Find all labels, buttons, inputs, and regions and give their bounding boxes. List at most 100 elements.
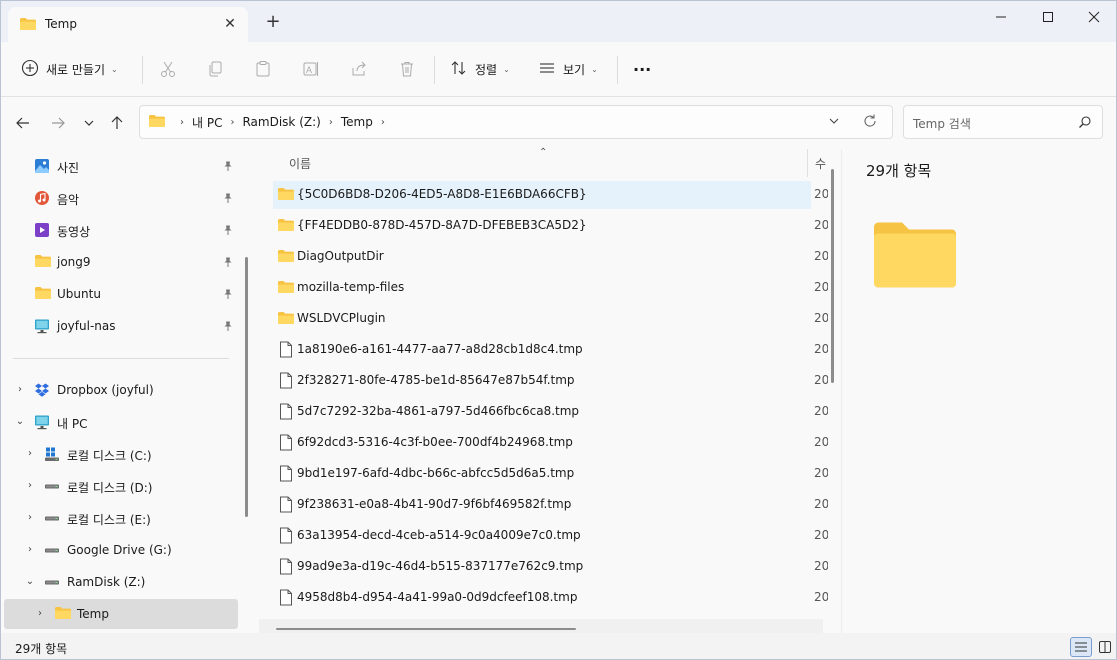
breadcrumb-temp[interactable]: Temp: [341, 115, 373, 129]
chevron-right-icon[interactable]: ›: [24, 544, 36, 555]
file-list-item[interactable]: 2f328271-80fe-4785-be1d-85647e87b54f.tmp…: [273, 367, 828, 395]
column-header-date[interactable]: 수: [815, 155, 826, 172]
breadcrumb-chevron-icon[interactable]: ›: [381, 117, 385, 128]
search-icon[interactable]: [1078, 115, 1092, 132]
file-list-item[interactable]: {5C0D6BD8-D206-4ED5-A8D8-E1E6BDA66CFB} 20: [273, 181, 828, 209]
sidebar-item-jong9[interactable]: jong9: [4, 247, 238, 277]
maximize-button[interactable]: [1025, 1, 1071, 33]
file-list-vertical-scrollbar[interactable]: [831, 169, 834, 383]
pin-icon[interactable]: [222, 224, 234, 239]
sidebar-item-음악[interactable]: 음악: [4, 183, 238, 213]
breadcrumb-my-pc[interactable]: 내 PC: [192, 114, 222, 131]
sidebar-item-사진[interactable]: 사진: [4, 151, 238, 181]
file-explorer-window: Temp ✕ + 새로 만들기 ⌄ A 정렬 ⌄ 보기 ⌄ ··· › 내 PC…: [0, 0, 1117, 660]
drive-icon: [44, 510, 60, 529]
file-date: 20: [814, 249, 828, 263]
pin-icon[interactable]: [222, 256, 234, 271]
file-list-pane: ⌃ 이름 수 {5C0D6BD8-D206-4ED5-A8D8-E1E6BDA6…: [249, 147, 841, 633]
share-icon[interactable]: [348, 58, 370, 80]
breadcrumb-chevron-icon[interactable]: ›: [230, 117, 234, 128]
delete-icon[interactable]: [396, 58, 418, 80]
file-icon: [279, 341, 293, 361]
copy-icon[interactable]: [204, 58, 226, 80]
file-list-item[interactable]: 1a8190e6-a161-4477-aa77-a8d28cb1d8c4.tmp…: [273, 336, 828, 364]
file-name: 9f238631-e0a8-4b41-90d7-9f6bf469582f.tmp: [297, 497, 572, 511]
sidebar-item-내-pc[interactable]: ⌄ 내 PC: [4, 407, 238, 437]
chevron-right-icon[interactable]: ›: [24, 480, 36, 491]
cut-icon[interactable]: [157, 58, 179, 80]
details-view-icon[interactable]: [1070, 637, 1092, 657]
sidebar-item-로컬-디스크-c[interactable]: › 로컬 디스크 (C:): [4, 439, 238, 469]
column-header-name[interactable]: 이름: [289, 155, 311, 172]
sidebar-item-label: Google Drive (G:): [67, 543, 172, 557]
file-list-item[interactable]: DiagOutputDir 20: [273, 243, 828, 271]
sort-button[interactable]: 정렬 ⌄: [450, 53, 510, 85]
rename-icon[interactable]: A: [300, 58, 322, 80]
large-icons-view-icon[interactable]: [1094, 637, 1116, 657]
recent-locations-chevron-icon[interactable]: [78, 112, 100, 134]
refresh-icon[interactable]: [862, 113, 878, 132]
file-list-item[interactable]: WSLDVCPlugin 20: [273, 305, 828, 333]
pin-icon[interactable]: [222, 192, 234, 207]
view-button[interactable]: 보기 ⌄: [538, 53, 598, 85]
chevron-right-icon[interactable]: ›: [24, 448, 36, 459]
back-arrow-icon[interactable]: [12, 112, 34, 134]
up-arrow-icon[interactable]: [106, 112, 128, 134]
sidebar-item-로컬-디스크-e[interactable]: › 로컬 디스크 (E:): [4, 503, 238, 533]
tab-temp[interactable]: Temp ✕: [8, 7, 248, 42]
more-options-button[interactable]: ···: [633, 53, 651, 85]
file-list-item[interactable]: 5d7c7292-32ba-4861-a797-5d466fbc6ca8.tmp…: [273, 398, 828, 426]
sidebar-item-ramdisk-z[interactable]: ⌄ RamDisk (Z:): [4, 567, 238, 597]
sidebar-item-label: jong9: [57, 255, 91, 269]
pin-icon[interactable]: [222, 288, 234, 303]
file-icon: [279, 589, 293, 609]
chevron-down-icon[interactable]: ⌄: [14, 416, 26, 427]
address-bar[interactable]: › 내 PC › RamDisk (Z:) › Temp ›: [139, 105, 893, 139]
file-list-item[interactable]: {FF4EDDB0-878D-457D-8A7D-DFEBEB3CA5D2} 20: [273, 212, 828, 240]
chevron-down-icon[interactable]: ⌄: [24, 576, 36, 587]
windows-drive-icon: [44, 446, 60, 465]
file-list-item[interactable]: 9f238631-e0a8-4b41-90d7-9f6bf469582f.tmp…: [273, 491, 828, 519]
search-box[interactable]: Temp 검색: [903, 105, 1103, 139]
pin-icon[interactable]: [222, 320, 234, 335]
sidebar-scrollbar[interactable]: [245, 257, 248, 517]
address-dropdown-icon[interactable]: [828, 115, 840, 130]
folder-icon: [277, 311, 295, 328]
paste-icon[interactable]: [252, 58, 274, 80]
sidebar-item-로컬-디스크-d[interactable]: › 로컬 디스크 (D:): [4, 471, 238, 501]
breadcrumb-ramdisk[interactable]: RamDisk (Z:): [242, 115, 320, 129]
sidebar-item-ubuntu[interactable]: Ubuntu: [4, 279, 238, 309]
new-button-label: 새로 만들기: [46, 62, 106, 77]
sidebar-item-google-drive-g[interactable]: › Google Drive (G:): [4, 535, 238, 565]
sidebar-item-joyful-nas[interactable]: joyful-nas: [4, 311, 238, 341]
folder-icon: [19, 17, 37, 34]
breadcrumb-chevron-icon[interactable]: ›: [180, 117, 184, 128]
pc-icon: [34, 414, 50, 433]
search-input[interactable]: Temp 검색: [913, 115, 971, 132]
file-list-item[interactable]: 6f92dcd3-5316-4c3f-b0ee-700df4b24968.tmp…: [273, 429, 828, 457]
chevron-right-icon[interactable]: ›: [24, 512, 36, 523]
file-date: 20: [814, 373, 828, 387]
file-list-item[interactable]: 9bd1e197-6afd-4dbc-b66c-abfcc5d5d6a5.tmp…: [273, 460, 828, 488]
column-divider[interactable]: [807, 149, 808, 177]
sidebar-item-temp[interactable]: › Temp: [4, 599, 238, 629]
file-date: 20: [814, 218, 828, 232]
forward-arrow-icon[interactable]: [47, 112, 69, 134]
sidebar-item-동영상[interactable]: 동영상: [4, 215, 238, 245]
close-tab-icon[interactable]: ✕: [222, 16, 238, 32]
chevron-right-icon[interactable]: ›: [14, 384, 26, 395]
pin-icon[interactable]: [222, 160, 234, 175]
close-window-button[interactable]: [1071, 1, 1116, 33]
new-tab-button[interactable]: +: [263, 13, 283, 31]
breadcrumb-chevron-icon[interactable]: ›: [329, 117, 333, 128]
file-list-item[interactable]: 4958d8b4-d954-4a41-99a0-0d9dcfeef108.tmp…: [273, 584, 828, 612]
sidebar-item-label: Dropbox (joyful): [57, 383, 154, 397]
minimize-button[interactable]: [978, 1, 1024, 33]
chevron-right-icon[interactable]: ›: [34, 608, 46, 619]
file-list-item[interactable]: 63a13954-decd-4ceb-a514-9c0a4009e7c0.tmp…: [273, 522, 828, 550]
sidebar-item-dropbox-joyful[interactable]: › Dropbox (joyful): [4, 375, 238, 405]
new-button[interactable]: 새로 만들기 ⌄: [21, 53, 118, 85]
file-list-item[interactable]: 99ad9e3a-d19c-46d4-b515-837177e762c9.tmp…: [273, 553, 828, 581]
file-list-horizontal-scrollbar[interactable]: [276, 628, 576, 630]
file-list-item[interactable]: mozilla-temp-files 20: [273, 274, 828, 302]
